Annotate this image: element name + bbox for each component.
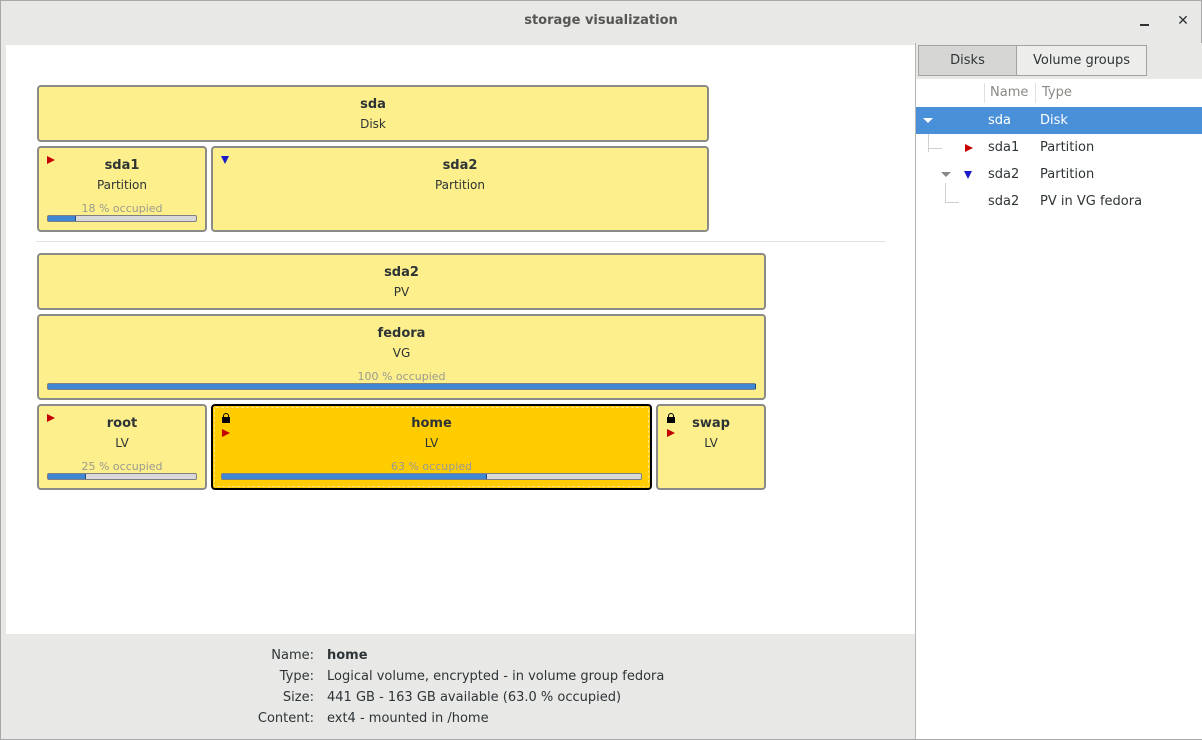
detail-type-row: Type: Logical volume, encrypted - in vol…	[6, 667, 706, 687]
block-name: sda	[360, 97, 386, 112]
row-name: sda	[988, 113, 1011, 128]
occupied-bar	[47, 383, 756, 390]
block-name: fedora	[377, 326, 426, 341]
row-type: Partition	[1040, 140, 1095, 155]
block-type: VG	[392, 346, 411, 360]
detail-content-row: Content: ext4 - mounted in /home	[6, 709, 706, 729]
lock-icon	[667, 413, 675, 423]
lv-block-home[interactable]: home LV 63 % occupied	[211, 404, 652, 490]
detail-label: Name:	[271, 648, 314, 663]
lv-block-root[interactable]: root LV 25 % occupied	[37, 404, 207, 490]
block-type: Disk	[360, 117, 386, 131]
expand-icon[interactable]	[667, 429, 675, 437]
block-type: LV	[704, 436, 718, 450]
titlebar: storage visualization ✕	[1, 1, 1201, 43]
minimize-button[interactable]	[1134, 11, 1154, 31]
occupied-text: 63 % occupied	[390, 460, 473, 473]
column-header-type[interactable]: Type	[1042, 79, 1072, 107]
tab-volume-groups[interactable]: Volume groups	[1016, 45, 1147, 76]
block-name: home	[411, 416, 452, 431]
expand-icon[interactable]	[47, 414, 55, 422]
visualization-area: sda Disk sda1 Partition 18 % occupied sd…	[6, 45, 915, 634]
close-button[interactable]: ✕	[1173, 11, 1193, 31]
detail-size-row: Size: 441 GB - 163 GB available (63.0 % …	[6, 688, 706, 708]
occupied-bar	[47, 215, 197, 222]
block-type: Partition	[434, 178, 485, 192]
detail-name-row: Name: home	[6, 646, 706, 666]
window-title: storage visualization	[524, 13, 678, 28]
detail-value: Logical volume, encrypted - in volume gr…	[327, 669, 665, 684]
block-name: sda2	[442, 158, 478, 173]
occupied-text: 25 % occupied	[81, 460, 163, 473]
tree-header: Name Type	[916, 79, 1202, 108]
tab-bar: Disks Volume groups	[916, 43, 1202, 79]
row-type: PV in VG fedora	[1040, 194, 1143, 209]
occupied-bar-fill	[48, 384, 756, 389]
expand-icon[interactable]	[222, 429, 230, 437]
pv-block-sda2[interactable]: sda2 PV	[37, 253, 766, 310]
vg-block-fedora[interactable]: fedora VG 100 % occupied	[37, 314, 766, 400]
detail-value: ext4 - mounted in /home	[327, 711, 489, 726]
section-separator	[36, 241, 886, 242]
detail-value: home	[327, 648, 368, 663]
partition-block-sda2[interactable]: sda2 Partition	[211, 146, 709, 232]
disk-block-sda[interactable]: sda Disk	[37, 85, 709, 142]
details-panel: Name: home Type: Logical volume, encrypt…	[6, 641, 915, 737]
row-name: sda1	[988, 140, 1020, 155]
tree-row[interactable]: sda1 Partition	[916, 134, 1202, 161]
device-tree-panel: Disks Volume groups Name Type sda Disk s…	[915, 43, 1202, 739]
row-type: Disk	[1040, 113, 1068, 128]
block-type: PV	[393, 285, 410, 299]
block-type: LV	[115, 436, 129, 450]
minimize-icon	[1139, 24, 1149, 26]
detail-label: Size:	[282, 690, 314, 705]
collapse-icon[interactable]	[221, 156, 229, 164]
app-window: storage visualization ✕ sda Disk sda1 Pa…	[0, 0, 1202, 740]
row-type: Partition	[1040, 167, 1095, 182]
occupied-text: 18 % occupied	[81, 202, 163, 215]
detail-value: 441 GB - 163 GB available (63.0 % occupi…	[327, 690, 622, 705]
close-icon: ✕	[1177, 13, 1189, 29]
detail-label: Type:	[279, 669, 314, 684]
tab-disks[interactable]: Disks	[918, 45, 1017, 76]
row-name: sda2	[988, 167, 1020, 182]
detail-label: Content:	[257, 711, 314, 726]
row-name: sda2	[988, 194, 1020, 209]
occupied-bar-fill	[48, 474, 86, 479]
tree-row[interactable]: sda2 PV in VG fedora	[916, 188, 1202, 215]
block-type: LV	[424, 436, 439, 450]
tree-row[interactable]: sda Disk	[916, 107, 1202, 134]
partition-block-sda1[interactable]: sda1 Partition 18 % occupied	[37, 146, 207, 232]
occupied-bar	[47, 473, 197, 480]
lv-block-swap[interactable]: swap LV	[656, 404, 766, 490]
expand-icon	[965, 144, 973, 152]
block-name: sda2	[384, 265, 419, 280]
collapse-icon	[964, 171, 972, 179]
column-separator	[1035, 83, 1036, 103]
block-name: sda1	[104, 158, 140, 173]
block-name: root	[106, 416, 138, 431]
occupied-bar-fill	[222, 474, 487, 479]
occupied-text: 100 % occupied	[357, 370, 446, 383]
expand-icon[interactable]	[47, 156, 55, 164]
occupied-bar-fill	[48, 216, 76, 221]
tree-row[interactable]: sda2 Partition	[916, 161, 1202, 188]
occupied-bar	[221, 473, 642, 480]
block-type: Partition	[96, 178, 147, 192]
expander-icon[interactable]	[941, 172, 951, 177]
column-separator	[984, 83, 985, 103]
expander-icon[interactable]	[923, 118, 933, 123]
column-header-name[interactable]: Name	[990, 79, 1028, 107]
lock-icon	[222, 413, 230, 423]
